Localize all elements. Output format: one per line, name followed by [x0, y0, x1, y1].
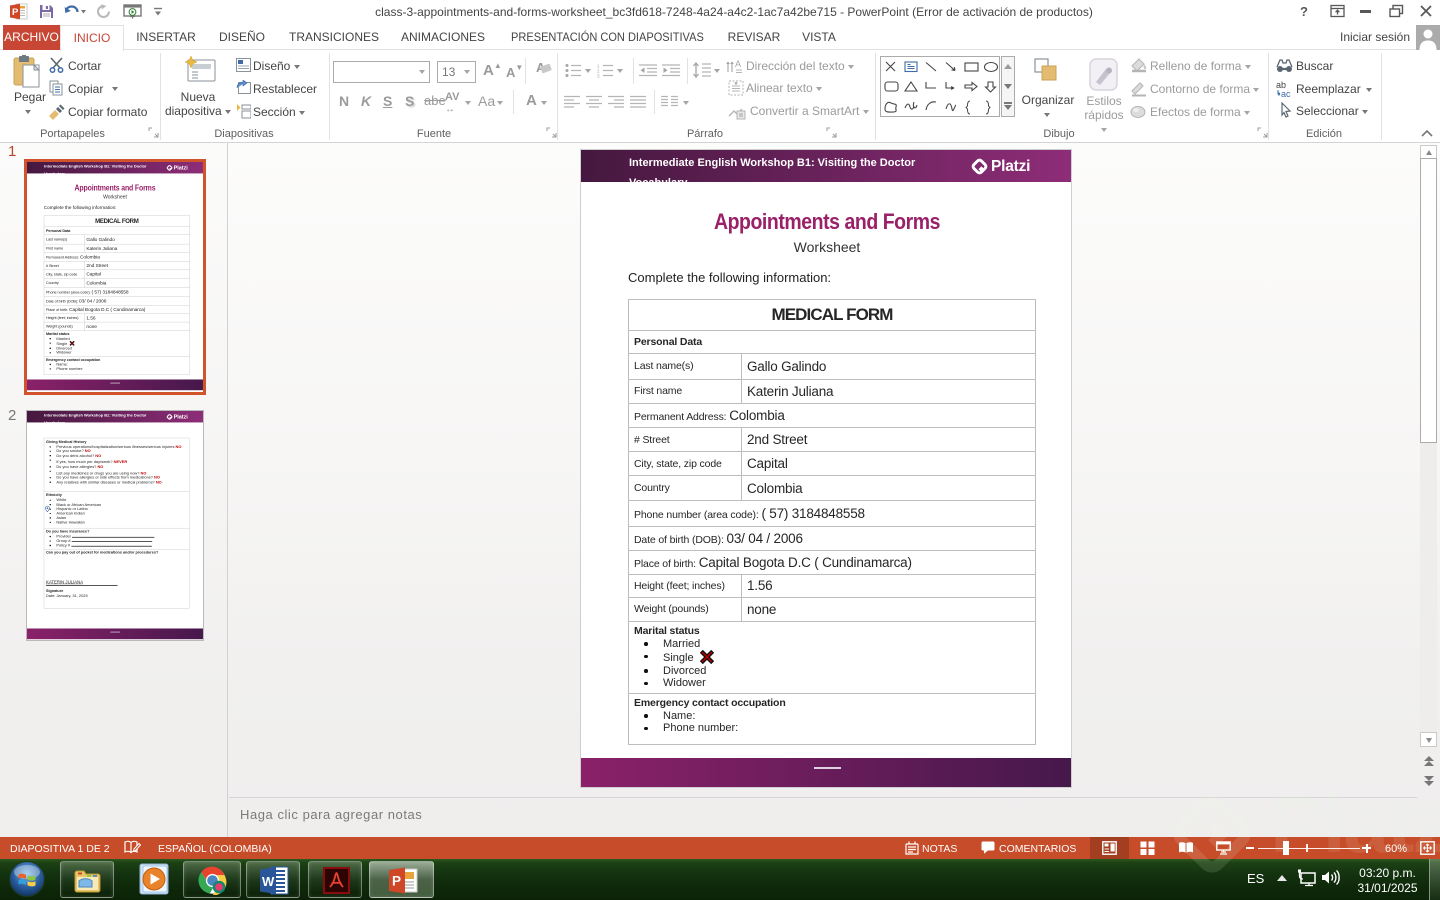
svg-text:A: A	[735, 59, 741, 69]
svg-text:W: W	[262, 874, 275, 889]
svg-text:ac: ac	[1281, 89, 1291, 98]
svg-text:3: 3	[597, 74, 600, 79]
svg-text:P: P	[392, 874, 401, 889]
svg-text:P: P	[12, 7, 19, 18]
